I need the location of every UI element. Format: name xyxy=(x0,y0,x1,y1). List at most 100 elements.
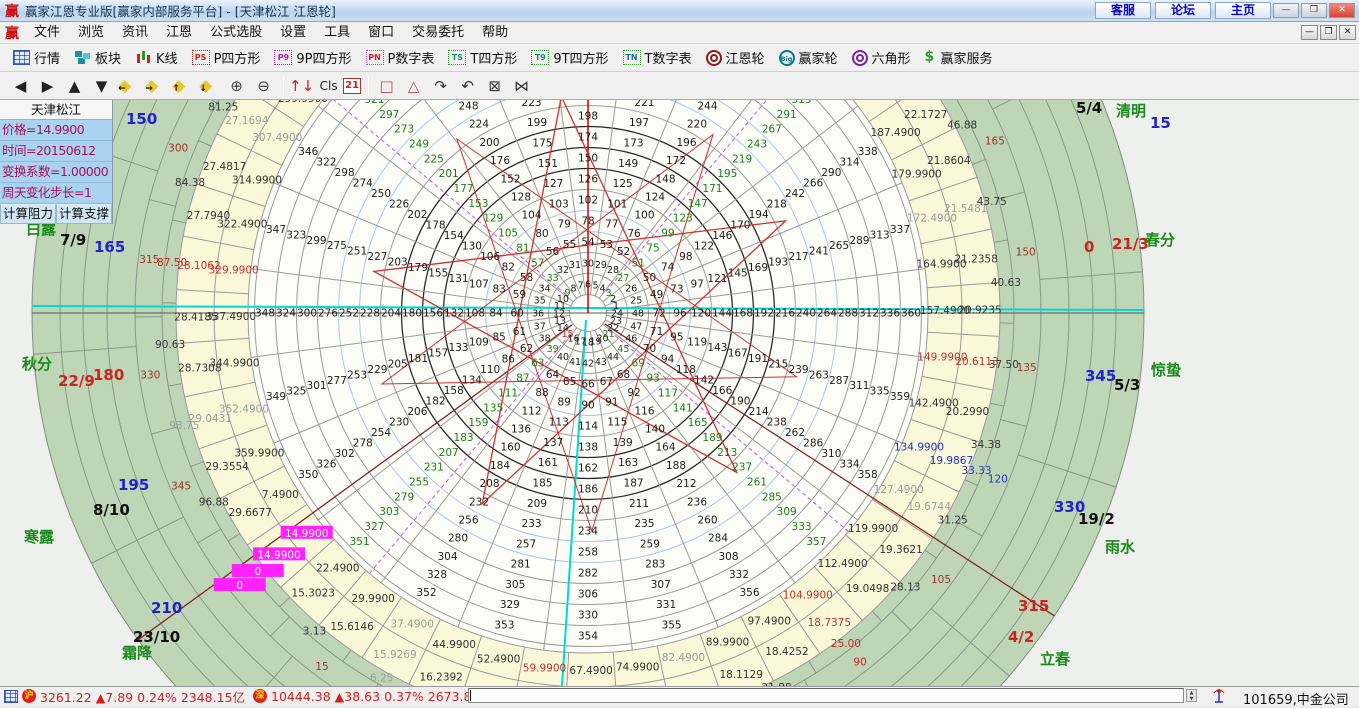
wheel-number: 38 xyxy=(539,334,551,345)
toolbar-button-T四方形[interactable]: TST四方形 xyxy=(441,46,524,70)
shenzhen-index-quote[interactable]: 10444.38 ▲38.63 0.37% 2673.84 xyxy=(271,689,479,704)
wheel-number: 113 xyxy=(549,417,569,429)
zoom-out-button[interactable]: ⊖ xyxy=(251,75,276,97)
wheel-number: 55 xyxy=(563,239,576,251)
menu-item-浏览[interactable]: 浏览 xyxy=(69,22,113,43)
shape-square-button[interactable]: □ xyxy=(374,75,399,97)
window-title: 赢家江恩专业版[赢家内部服务平台] - [天津松江 江恩轮] xyxy=(25,1,336,20)
toolbar-button-9T四方形[interactable]: T99T四方形 xyxy=(524,46,615,70)
pct-cell: 25.00 xyxy=(831,638,861,650)
menu-item-文件[interactable]: 文件 xyxy=(25,22,69,43)
wheel-number: 176 xyxy=(490,155,510,167)
shift-right-button[interactable]: ◆→ xyxy=(143,75,168,97)
cls-button[interactable]: Cls xyxy=(316,75,341,97)
gann-wheel-canvas[interactable]: 1234567891011121314151617181920212223242… xyxy=(0,100,1359,686)
price-cell: 22.4900 xyxy=(316,563,359,575)
sector-blocks-icon xyxy=(74,50,91,65)
wheel-number: 304 xyxy=(437,551,457,563)
wheel-number: 36 xyxy=(532,309,544,320)
toolbar-button-板块[interactable]: 板块 xyxy=(67,46,128,70)
center-button[interactable]: ⋈ xyxy=(509,75,534,97)
wheel-number: 349 xyxy=(266,391,286,403)
updown-button[interactable]: ↑↓ xyxy=(289,75,314,97)
fit-button[interactable]: ⊠ xyxy=(482,75,507,97)
toolbar-button-行情[interactable]: 行情 xyxy=(6,46,67,70)
quick-link-2[interactable]: 主页 xyxy=(1215,2,1271,19)
calendar-button[interactable]: 21 xyxy=(343,78,361,94)
step-right-button[interactable]: ▶ xyxy=(35,75,60,97)
input-spinner[interactable]: ▲▼ xyxy=(1186,689,1197,702)
price-cell: 359.9900 xyxy=(234,447,284,459)
calc-support-button[interactable]: 计算支撑 xyxy=(56,204,112,224)
toolbar-button-T数字表[interactable]: TNT数字表 xyxy=(616,46,699,70)
wheel-number: 29 xyxy=(595,260,607,271)
shape-triangle-button[interactable]: △ xyxy=(401,75,426,97)
toolbar-button-江恩轮[interactable]: 江恩轮 xyxy=(699,46,772,70)
rotate-cw-button[interactable]: ↷ xyxy=(428,75,453,97)
wheel-number: 144 xyxy=(712,308,732,320)
wheel-number: 351 xyxy=(350,536,370,548)
wheel-number: 224 xyxy=(469,119,489,131)
wheel-number: 297 xyxy=(379,109,399,121)
command-input[interactable] xyxy=(468,688,1184,703)
mult-cell: 18.7375 xyxy=(808,617,851,629)
shanghai-index-quote[interactable]: 3261.22 ▲7.89 0.24% 2348.15亿 xyxy=(40,687,245,706)
mdi-restore-button[interactable]: ❐ xyxy=(1320,25,1337,40)
menu-item-窗口[interactable]: 窗口 xyxy=(359,22,403,43)
menu-item-帮助[interactable]: 帮助 xyxy=(473,22,517,43)
wheel-number: 158 xyxy=(444,385,464,397)
zoom-in-button[interactable]: ⊕ xyxy=(224,75,249,97)
quick-link-0[interactable]: 客服 xyxy=(1095,2,1151,19)
wheel-number: 204 xyxy=(381,308,401,320)
toolbar-button-赢家服务[interactable]: $赢家服务 xyxy=(918,46,1000,70)
wheel-number: 236 xyxy=(687,496,707,508)
quick-link-1[interactable]: 论坛 xyxy=(1155,2,1211,19)
menu-item-江恩[interactable]: 江恩 xyxy=(157,22,201,43)
toolbar-button-六角形[interactable]: 六角形 xyxy=(845,46,918,70)
rotate-ccw-button[interactable]: ↶ xyxy=(455,75,480,97)
rim-label: 霜降 xyxy=(121,644,153,662)
wheel-number: 186 xyxy=(578,484,598,496)
wheel-number: 243 xyxy=(747,139,767,151)
mdi-close-button[interactable]: ✕ xyxy=(1339,25,1356,40)
step-up-button[interactable]: ▲ xyxy=(62,75,87,97)
wheel-number: 223 xyxy=(522,100,542,109)
wheel-number: 7 xyxy=(577,280,583,291)
wheel-number: 310 xyxy=(821,448,841,460)
shift-down-button[interactable]: ◆↓ xyxy=(197,75,222,97)
menu-item-工具[interactable]: 工具 xyxy=(315,22,359,43)
wheel-number: 27 xyxy=(617,273,629,284)
wheel-number: 94 xyxy=(661,354,675,366)
toolbar-button-K线[interactable]: K线 xyxy=(128,46,185,70)
menu-item-资讯[interactable]: 资讯 xyxy=(113,22,157,43)
rim-label: 21/3 xyxy=(1112,235,1149,253)
calc-resistance-button[interactable]: 计算阻力 xyxy=(0,204,56,224)
mult-cell: 20.2990 xyxy=(946,406,989,418)
wheel-number: 92 xyxy=(627,387,640,399)
shift-left-button[interactable]: ◆← xyxy=(116,75,141,97)
quote-table-icon[interactable] xyxy=(4,690,18,703)
shift-up-button[interactable]: ◆↑ xyxy=(170,75,195,97)
wheel-number: 108 xyxy=(465,308,485,320)
deg-cell: 135 xyxy=(1017,362,1037,374)
restore-button[interactable]: ❐ xyxy=(1301,3,1327,18)
minimize-button[interactable]: — xyxy=(1273,3,1299,18)
wheel-number: 234 xyxy=(578,526,598,538)
wheel-number: 356 xyxy=(739,587,759,599)
step-down-button[interactable]: ▼ xyxy=(89,75,114,97)
wheel-number: 217 xyxy=(789,251,809,263)
mdi-minimize-button[interactable]: — xyxy=(1301,25,1318,40)
toolbar-button-赢家轮[interactable]: Big赢家轮 xyxy=(772,46,845,70)
gann-wheel[interactable]: 1234567891011121314151617181920212223242… xyxy=(0,100,1359,686)
toolbar-button-P数字表[interactable]: PNP数字表 xyxy=(359,46,442,70)
close-button[interactable]: ✕ xyxy=(1329,3,1355,18)
menu-item-公式选股[interactable]: 公式选股 xyxy=(201,22,271,43)
menu-item-设置[interactable]: 设置 xyxy=(271,22,315,43)
pct-cell: 34.38 xyxy=(971,439,1001,451)
toolbar-button-P四方形[interactable]: PSP四方形 xyxy=(185,46,268,70)
wheel-number: 156 xyxy=(423,308,443,320)
menu-item-交易委托[interactable]: 交易委托 xyxy=(403,22,473,43)
rim-label: 寒露 xyxy=(24,528,55,546)
step-left-button[interactable]: ◀ xyxy=(8,75,33,97)
toolbar-button-9P四方形[interactable]: P99P四方形 xyxy=(267,46,358,70)
